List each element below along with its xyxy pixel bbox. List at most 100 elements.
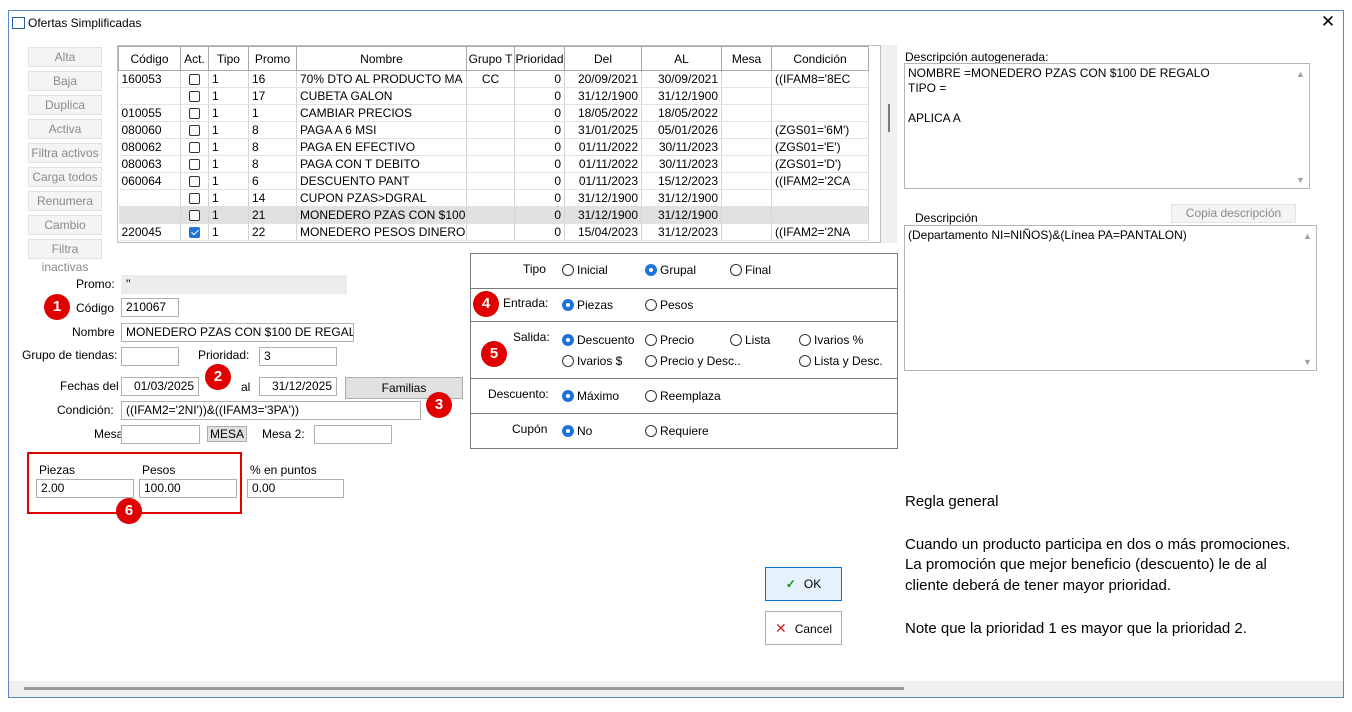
table-row[interactable]: 160053 1 16 70% DTO AL PRODUCTO MA CC 0 20/09/… <box>118 70 869 88</box>
table-row[interactable]: 080060 1 8 PAGA A 6 MSI 0 31/01/2025 05/01/202… <box>118 121 869 139</box>
renumera-button[interactable]: Renumera <box>28 191 102 211</box>
grid-column-header[interactable]: Grupo T <box>466 46 515 71</box>
salida-descuento-radio[interactable]: Descuento <box>562 333 634 347</box>
close-icon[interactable]: ✕ <box>1318 12 1338 32</box>
grid-column-header[interactable]: Mesa <box>721 46 772 71</box>
grid-column-header[interactable]: Prioridad <box>514 46 565 71</box>
table-cell: 1 <box>248 104 297 122</box>
description-textarea[interactable]: (Departamento NI=NIÑOS)&(Línea PA=PANTAL… <box>904 225 1317 371</box>
table-row[interactable]: 010055 1 1 CAMBIAR PRECIOS 0 18/05/2022 18/05/… <box>118 104 869 122</box>
active-checkbox[interactable] <box>189 210 200 222</box>
grid-scroll-thumb[interactable] <box>888 104 890 132</box>
scroll-down-icon[interactable]: ▼ <box>1303 357 1312 367</box>
table-cell: 1 <box>208 87 249 105</box>
grupo-tiendas-field[interactable] <box>121 347 179 366</box>
table-row[interactable]: 1 17 CUBETA GALON 0 31/12/1900 31/12/1900 <box>118 87 869 105</box>
offers-grid[interactable]: Código Act. Tipo Promo Nombre Grupo T Priorida… <box>117 45 881 243</box>
grid-vertical-scrollbar[interactable] <box>881 45 897 243</box>
activa-button[interactable]: Activa <box>28 119 102 139</box>
mesa2-field[interactable] <box>314 425 392 444</box>
carga-todos-button[interactable]: Carga todos <box>28 167 102 187</box>
table-row[interactable]: 080062 1 8 PAGA EN EFECTIVO 0 01/11/2022 30/11… <box>118 138 869 156</box>
descuento-maximo-radio[interactable]: Máximo <box>562 389 619 403</box>
active-checkbox[interactable] <box>189 74 200 86</box>
grid-column-header[interactable]: Nombre <box>296 46 467 71</box>
table-cell: 18/05/2022 <box>641 104 722 122</box>
grid-column-header[interactable]: Tipo <box>208 46 249 71</box>
grid-column-header[interactable]: AL <box>641 46 722 71</box>
cancel-button[interactable]: ✕ Cancel <box>765 611 842 645</box>
horizontal-scroll-thumb[interactable] <box>24 687 904 690</box>
entrada-piezas-radio[interactable]: Piezas <box>562 298 613 312</box>
tipo-inicial-radio[interactable]: Inicial <box>562 263 608 277</box>
salida-ivarios-dollar-radio[interactable]: Ivarios $ <box>562 354 622 368</box>
scroll-up-icon[interactable]: ▲ <box>1296 69 1305 79</box>
tipo-final-radio[interactable]: Final <box>730 263 771 277</box>
piezas-label: Piezas <box>39 463 76 477</box>
active-checkbox[interactable] <box>189 227 200 239</box>
mesa-button[interactable]: MESA <box>207 426 247 442</box>
entrada-pesos-radio[interactable]: Pesos <box>645 298 693 312</box>
mesa-field[interactable] <box>121 425 200 444</box>
active-checkbox[interactable] <box>189 159 200 171</box>
table-cell: 01/11/2023 <box>564 172 642 190</box>
piezas-field[interactable]: 2.00 <box>36 479 134 498</box>
radio-icon <box>730 334 742 346</box>
table-cell: 0 <box>514 104 565 122</box>
puntos-field[interactable]: 0.00 <box>247 479 344 498</box>
table-cell: 1 <box>208 172 249 190</box>
table-row[interactable]: 060064 1 6 DESCUENTO PANT 0 01/11/2023 15/12/2… <box>118 172 869 190</box>
grid-column-header[interactable]: Promo <box>248 46 297 71</box>
fecha-del-field[interactable]: 01/03/2025 <box>121 377 199 396</box>
table-row[interactable]: 1 14 CUPON PZAS>DGRAL 0 31/12/1900 31/12/1900 <box>118 189 869 207</box>
table-cell: 31/01/2025 <box>564 121 642 139</box>
grid-column-header[interactable]: Act. <box>180 46 209 71</box>
active-checkbox[interactable] <box>189 142 200 154</box>
table-row[interactable]: 080063 1 8 PAGA CON T DEBITO 0 01/11/2022 30/1… <box>118 155 869 173</box>
radio-icon <box>562 355 574 367</box>
cupon-no-radio[interactable]: No <box>562 424 592 438</box>
cupon-requiere-radio[interactable]: Requiere <box>645 424 709 438</box>
radio-icon <box>645 425 657 437</box>
active-checkbox[interactable] <box>189 91 200 103</box>
nombre-field[interactable]: MONEDERO PZAS CON $100 DE REGALO <box>121 323 354 342</box>
codigo-field[interactable]: 210067 <box>121 298 179 317</box>
ok-button[interactable]: ✓ OK <box>765 567 842 601</box>
active-checkbox[interactable] <box>189 193 200 205</box>
salida-precio-desc-radio[interactable]: Precio y Desc.. <box>645 354 741 368</box>
auto-description-textarea[interactable]: NOMBRE =MONEDERO PZAS CON $100 DE REGALO… <box>904 63 1310 189</box>
grid-column-header[interactable]: Condición <box>771 46 869 71</box>
salida-lista-desc-radio[interactable]: Lista y Desc. <box>799 354 883 368</box>
copia-descripcion-button[interactable]: Copia descripción <box>1171 204 1296 223</box>
table-cell: PAGA CON T DEBITO <box>296 155 467 173</box>
alta-button[interactable]: Alta <box>28 47 102 67</box>
table-cell: 0 <box>514 87 565 105</box>
active-checkbox[interactable] <box>189 176 200 188</box>
salida-precio-radio[interactable]: Precio <box>645 333 694 347</box>
table-row[interactable]: 220045 1 22 MONEDERO PESOS DINERO 0 15/04/202… <box>118 223 869 241</box>
condicion-field[interactable]: ((IFAM2='2NI'))&((IFAM3='3PA')) <box>121 401 421 420</box>
active-checkbox[interactable] <box>189 125 200 137</box>
scroll-up-icon[interactable]: ▲ <box>1303 231 1312 241</box>
scroll-down-icon[interactable]: ▼ <box>1296 175 1305 185</box>
tipo-grupal-radio[interactable]: Grupal <box>645 263 696 277</box>
active-cell <box>180 155 209 173</box>
prioridad-field[interactable]: 3 <box>259 347 337 366</box>
filtra-inactivas-button[interactable]: Filtra inactivas <box>28 239 102 274</box>
active-checkbox[interactable] <box>189 108 200 120</box>
grid-column-header[interactable]: Código <box>118 46 181 71</box>
radio-selected-icon <box>562 390 574 402</box>
cambio-button[interactable]: Cambio <box>28 215 102 235</box>
filtra-activos-button[interactable]: Filtra activos <box>28 143 102 163</box>
table-row[interactable]: 1 21 MONEDERO PZAS CON $100 0 31/12/1900 31/1… <box>118 206 869 224</box>
table-cell <box>466 121 515 139</box>
table-cell: 080060 <box>118 121 181 139</box>
salida-lista-radio[interactable]: Lista <box>730 333 770 347</box>
salida-ivarios-pct-radio[interactable]: Ivarios % <box>799 333 863 347</box>
pesos-field[interactable]: 100.00 <box>139 479 237 498</box>
grid-column-header[interactable]: Del <box>564 46 642 71</box>
baja-button[interactable]: Baja <box>28 71 102 91</box>
descuento-reemplaza-radio[interactable]: Reemplaza <box>645 389 721 403</box>
duplica-button[interactable]: Duplica <box>28 95 102 115</box>
fecha-al-field[interactable]: 31/12/2025 <box>259 377 337 396</box>
